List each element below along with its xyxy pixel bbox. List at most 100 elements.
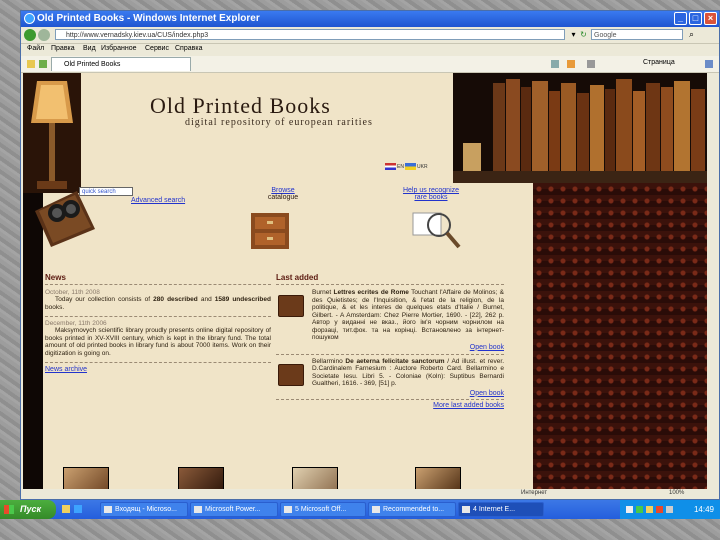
status-zone: Интернет	[521, 490, 548, 496]
taskbar-button-recommended[interactable]: Recommended to...	[368, 502, 456, 517]
help-recognize-link[interactable]: Help us recognize rare books	[391, 187, 471, 201]
news-divider	[45, 284, 271, 285]
lang-ukr[interactable]: UKR	[417, 164, 428, 170]
menu-view[interactable]: Вид	[83, 45, 96, 52]
site-subtitle: digital repository of european rarities	[185, 117, 373, 128]
news-archive-link[interactable]: News archive	[45, 366, 87, 373]
news-section: News October, 11th 2008 Today our collec…	[45, 273, 271, 423]
decorative-pattern	[533, 183, 707, 491]
menu-help[interactable]: Справка	[175, 45, 202, 52]
menu-tools[interactable]: Сервис	[145, 45, 169, 52]
news-bold: 280 described	[153, 296, 198, 303]
browse-catalogue-link[interactable]: Browse catalogue	[261, 187, 305, 201]
browser-window: Old Printed Books - Windows Internet Exp…	[20, 10, 720, 500]
address-bar-row: http://www.vernadsky.kiev.ua/CUS/index.p…	[21, 27, 719, 44]
menu-file[interactable]: Файл	[27, 45, 44, 52]
news-bold: 1589 undescribed	[214, 296, 271, 303]
app-icon	[372, 506, 380, 513]
tray-icon[interactable]	[646, 506, 653, 513]
menu-edit[interactable]: Правка	[51, 45, 75, 52]
added-item: Bellarmino De aeterna felicitate sanctor…	[276, 358, 504, 397]
quick-search-input[interactable]: quick search	[79, 187, 133, 196]
news-item-2: Maksymovych scientific library proudly p…	[45, 327, 271, 357]
book-title[interactable]: De aeterna felicitate sanctorum	[345, 358, 444, 365]
lamp-image	[23, 73, 81, 193]
added-divider	[276, 353, 504, 355]
taskbar-button-outlook[interactable]: Входящ - Microso...	[100, 502, 188, 517]
dropdown-icon[interactable]: ▾	[569, 30, 578, 39]
tray-icon[interactable]	[656, 506, 663, 513]
open-book-link[interactable]: Open book	[470, 344, 504, 351]
search-icon[interactable]: ⌕	[689, 29, 700, 40]
favorites-star-icon[interactable]	[27, 60, 35, 68]
taskbar-label: Recommended to...	[383, 506, 445, 513]
browse-label[interactable]: Browse	[261, 187, 305, 194]
news-date-1: October, 11th 2008	[45, 289, 100, 296]
minimize-button[interactable]: _	[674, 12, 687, 25]
address-input[interactable]: http://www.vernadsky.kiev.ua/CUS/index.p…	[55, 29, 565, 40]
laptop-photo[interactable]	[292, 467, 338, 491]
add-favorites-icon[interactable]	[39, 60, 47, 68]
window-title: Old Printed Books - Windows Internet Exp…	[37, 13, 260, 24]
quicklaunch-ie-icon[interactable]	[74, 505, 82, 513]
reader-photo[interactable]	[178, 467, 224, 491]
zoom-level[interactable]: 100%	[669, 490, 684, 496]
advanced-search-link[interactable]: Advanced search	[131, 197, 185, 204]
news-divider	[45, 362, 271, 363]
open-book-link[interactable]: Open book	[470, 390, 504, 397]
lang-en[interactable]: EN	[397, 164, 404, 170]
last-added-section: Last added Burnet Lettres ecrites de Rom…	[276, 273, 504, 409]
added-divider	[276, 284, 504, 285]
web-search-input[interactable]: Google	[591, 29, 683, 40]
tray-icon[interactable]	[626, 506, 633, 513]
added-divider	[276, 398, 504, 400]
menu-favorites[interactable]: Избранное	[101, 45, 136, 52]
quicklaunch-icon[interactable]	[62, 505, 70, 513]
added-item-desc: Bellarmino De aeterna felicitate sanctor…	[312, 358, 504, 388]
news-text: books.	[45, 303, 65, 311]
feeds-icon[interactable]	[567, 60, 575, 68]
more-added-books-link[interactable]: More last added books	[433, 402, 504, 409]
status-bar: Интернет 100%	[21, 489, 719, 499]
print-icon[interactable]	[587, 60, 595, 68]
book-author: Bellarmino	[312, 357, 346, 365]
app-icon	[462, 506, 470, 513]
taskbar-button-office[interactable]: 5 Microsoft Off...	[280, 502, 366, 517]
tab-bar: Old Printed Books Страница	[21, 56, 719, 73]
back-button[interactable]	[24, 29, 36, 41]
taskbar-label: 4 Internet E...	[473, 506, 516, 513]
ukraine-flag-icon[interactable]	[405, 163, 416, 170]
maximize-button[interactable]: □	[689, 12, 702, 25]
book-title[interactable]: Lettres ecrites de Rome	[334, 289, 409, 296]
taskbar-button-powerpoint[interactable]: Microsoft Power...	[190, 502, 278, 517]
windows-logo-icon	[4, 505, 14, 514]
taskbar-label: Входящ - Microso...	[115, 506, 177, 513]
page-menu[interactable]: Страница	[643, 59, 675, 66]
app-icon	[104, 506, 112, 513]
clock[interactable]: 14:49	[694, 505, 714, 514]
open-book-photo[interactable]	[63, 467, 109, 491]
home-icon[interactable]	[551, 60, 559, 68]
book-thumbnail[interactable]	[278, 363, 304, 386]
help-line1[interactable]: Help us recognize	[391, 187, 471, 194]
book-author: Burnet	[312, 289, 334, 296]
catalogue-drawer-image[interactable]	[247, 209, 295, 253]
start-button[interactable]: Пуск	[0, 500, 56, 519]
tray-icon[interactable]	[636, 506, 643, 513]
english-flag-icon[interactable]	[385, 163, 396, 170]
refresh-icon[interactable]: ↻	[579, 30, 588, 39]
taskbar-button-ie[interactable]: 4 Internet E...	[458, 502, 544, 517]
forward-button[interactable]	[38, 29, 50, 41]
tab-old-printed-books[interactable]: Old Printed Books	[51, 57, 191, 71]
added-item: Burnet Lettres ecrites de Rome Touchant …	[276, 289, 504, 351]
writing-photo[interactable]	[415, 467, 461, 491]
news-divider	[45, 316, 271, 317]
help-line2[interactable]: rare books	[391, 194, 471, 201]
magnifier-image[interactable]	[407, 205, 467, 255]
volume-icon[interactable]	[666, 506, 673, 513]
news-item-1: Today our collection consists of 280 des…	[45, 296, 271, 311]
catalogue-label[interactable]: catalogue	[261, 194, 305, 201]
tools-icon[interactable]	[705, 60, 713, 68]
close-button[interactable]: ×	[704, 12, 717, 25]
book-thumbnail[interactable]	[278, 295, 304, 317]
